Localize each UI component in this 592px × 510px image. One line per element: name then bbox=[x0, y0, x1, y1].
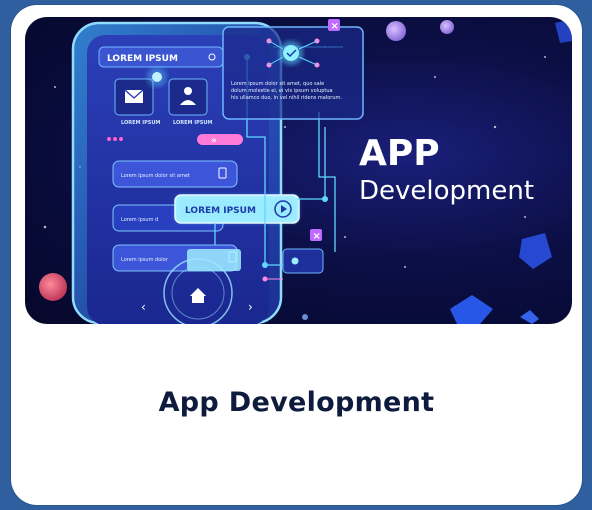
app-development-illustration: LOREM IPSUM LOREM IPSUM LOREM IPSUM » Lo… bbox=[25, 17, 572, 324]
orb-lavender-small bbox=[440, 20, 454, 34]
info-panel bbox=[222, 26, 364, 120]
icon-label-1: LOREM IPSUM bbox=[121, 120, 160, 126]
headline-development: Development bbox=[359, 176, 534, 206]
info-text-1: Lorem ipsum dolor sit amet, quo sale bbox=[231, 81, 324, 87]
orb-pink bbox=[39, 273, 67, 301]
list-row-3-text: Lorem ipsum dolor bbox=[121, 257, 169, 263]
orb-lavender bbox=[386, 21, 406, 41]
service-card[interactable]: LOREM IPSUM LOREM IPSUM LOREM IPSUM » Lo… bbox=[11, 5, 582, 505]
profile-tile bbox=[168, 78, 208, 116]
svg-text:‹: ‹ bbox=[141, 300, 146, 314]
headline-app: APP bbox=[359, 133, 440, 174]
list-row-2-text: Lorem ipsum d bbox=[121, 217, 158, 223]
crystal-shape bbox=[450, 295, 493, 324]
crystal-shape bbox=[555, 19, 572, 43]
crystal-shape bbox=[519, 233, 552, 269]
svg-text:»: » bbox=[211, 136, 217, 146]
mail-icon bbox=[124, 89, 144, 103]
illustration-svg: LOREM IPSUM LOREM IPSUM LOREM IPSUM » Lo… bbox=[39, 19, 572, 324]
list-row-1-text: Lorem ipsum dolor sit amet bbox=[121, 173, 190, 179]
popup-title: LOREM IPSUM bbox=[185, 206, 256, 216]
crystal-shape bbox=[520, 310, 539, 324]
info-text-2: dolum molestie ei, ei vix ipsum voluptua bbox=[231, 88, 333, 94]
svg-text:×: × bbox=[331, 21, 339, 32]
card-title[interactable]: App Development bbox=[11, 387, 582, 418]
svg-text:×: × bbox=[313, 231, 321, 242]
phone-header-text: LOREM IPSUM bbox=[107, 54, 178, 64]
icon-label-2: LOREM IPSUM bbox=[173, 120, 212, 126]
svg-text:›: › bbox=[248, 300, 253, 314]
info-text-3: his ullamco duo, in vel nihil ridens mal… bbox=[231, 95, 342, 101]
check-icon bbox=[283, 45, 299, 61]
toggle-pill bbox=[197, 134, 243, 145]
